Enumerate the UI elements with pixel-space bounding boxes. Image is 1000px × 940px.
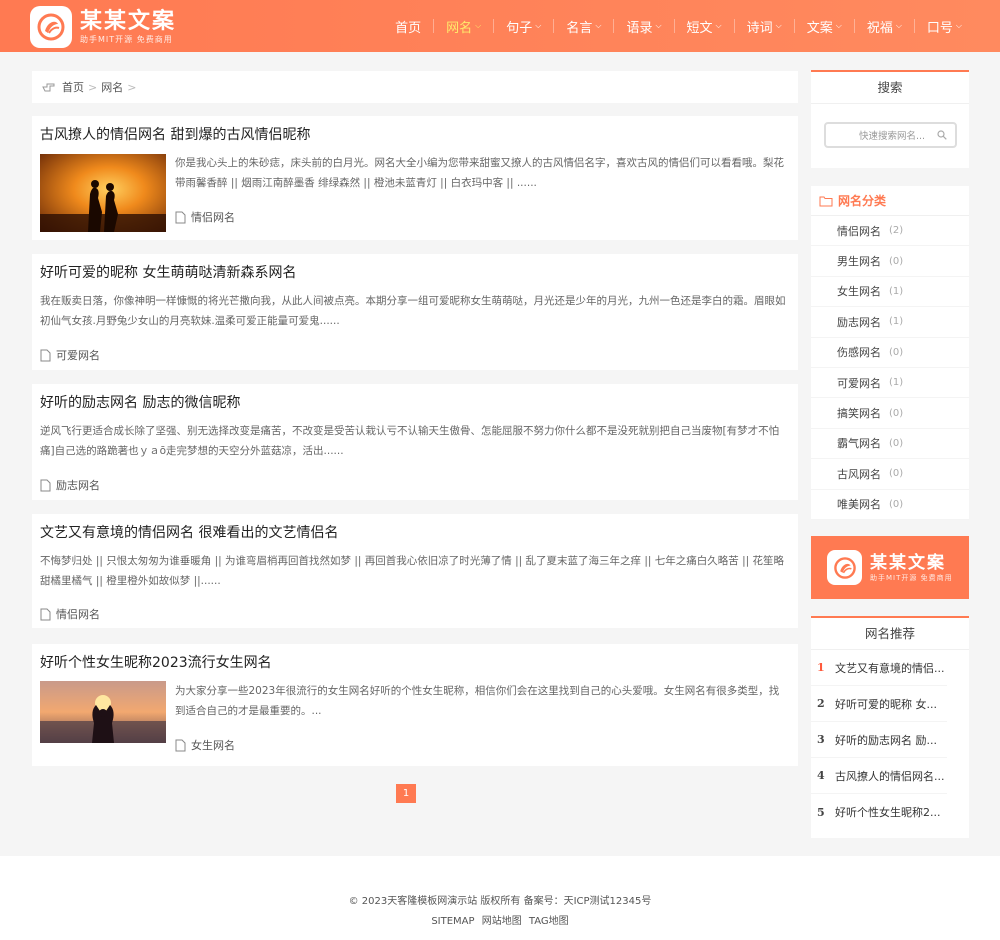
article-thumbnail[interactable] bbox=[40, 681, 166, 743]
main-nav: 首页 网名 ⌵ 句子 ⌵ 名言 ⌵ 语录 ⌵ 短文 ⌵ 诗词 ⌵ 文案 ⌵ 祝福 ⌵ 口号 ⌵ bbox=[383, 0, 974, 52]
breadcrumb: 首页 > 网名 > bbox=[32, 71, 798, 103]
article-title[interactable]: 好听可爱的昵称 女生萌萌哒清新森系网名 bbox=[40, 262, 296, 282]
article-card: 古风撩人的情侣网名 甜到爆的古风情侣昵称 你是我心头上的朱砂痣，床头前的白月光。… bbox=[32, 116, 798, 240]
document-icon bbox=[40, 608, 51, 620]
hand-pointer-icon bbox=[42, 83, 55, 92]
article-title[interactable]: 文艺又有意境的情侣网名 很难看出的文艺情侣名 bbox=[40, 522, 338, 542]
recommend-item[interactable]: 4 古风撩人的情侣网名... bbox=[811, 758, 947, 794]
sidebar-banner[interactable]: 某某文案 助手MIT开源 免费商用 bbox=[811, 536, 969, 599]
nav-item-zhufu[interactable]: 祝福 ⌵ bbox=[855, 0, 914, 52]
recommend-box-title: 网名推荐 bbox=[811, 618, 969, 650]
logo-title: 某某文案 bbox=[80, 9, 177, 34]
category-item[interactable]: 搞笑网名 (0) bbox=[811, 398, 969, 429]
site-logo[interactable]: 某某文案 助手MIT开源 免费商用 bbox=[30, 5, 176, 49]
article-tag[interactable]: 励志网名 bbox=[40, 477, 100, 493]
category-item[interactable]: 伤感网名 (0) bbox=[811, 338, 969, 368]
article-summary: 不悔梦归处 || 只恨太匆匆为谁垂暖角 || 为谁弯眉梢再回首找然如梦 || 再… bbox=[40, 555, 785, 587]
category-item[interactable]: 唯美网名 (0) bbox=[811, 490, 969, 520]
article-card: 好听的励志网名 励志的微信昵称 逆风飞行更适合成长除了坚强、别无选择改变是痛苦，… bbox=[32, 384, 798, 500]
document-icon bbox=[175, 211, 186, 223]
logo-subtitle: 助手MIT开源 免费商用 bbox=[80, 35, 173, 44]
category-item[interactable]: 励志网名 (1) bbox=[811, 307, 969, 338]
recommend-item[interactable]: 1 文艺又有意境的情侣... bbox=[811, 650, 947, 686]
footer-copyright: © 2023天客隆模板网演示站 版权所有 备案号：天ICP测试12345号 bbox=[348, 896, 652, 907]
document-icon bbox=[40, 349, 51, 361]
nav-item-wangming[interactable]: 网名 ⌵ bbox=[434, 0, 493, 52]
nav-item-juzi[interactable]: 句子 ⌵ bbox=[494, 0, 553, 52]
breadcrumb-current[interactable]: 网名 bbox=[101, 79, 123, 95]
article-tag[interactable]: 情侣网名 bbox=[40, 606, 100, 622]
article-tag[interactable]: 情侣网名 bbox=[175, 209, 235, 225]
chevron-down-icon: ⌵ bbox=[595, 21, 602, 30]
chevron-down-icon: ⌵ bbox=[955, 21, 962, 30]
nav-item-home[interactable]: 首页 bbox=[383, 0, 433, 52]
article-title[interactable]: 好听的励志网名 励志的微信昵称 bbox=[40, 392, 240, 412]
article-card: 文艺又有意境的情侣网名 很难看出的文艺情侣名 不悔梦归处 || 只恨太匆匆为谁垂… bbox=[32, 514, 798, 628]
footer-link-tag-map[interactable]: TAG地图 bbox=[529, 916, 569, 927]
category-item[interactable]: 可爱网名 (1) bbox=[811, 368, 969, 399]
nav-item-yulu[interactable]: 语录 ⌵ bbox=[614, 0, 673, 52]
category-item[interactable]: 男生网名 (0) bbox=[811, 246, 969, 277]
article-card: 好听个性女生昵称2023流行女生网名 为大家分享一些2023年很流行的女生网名好… bbox=[32, 644, 798, 766]
recommend-box: 网名推荐 1 文艺又有意境的情侣... 2 好听可爱的昵称 女... 3 好听的励志网… bbox=[811, 616, 969, 838]
footer-link-sitemap[interactable]: SITEMAP bbox=[431, 916, 474, 927]
article-title[interactable]: 古风撩人的情侣网名 甜到爆的古风情侣昵称 bbox=[40, 124, 310, 144]
chevron-down-icon: ⌵ bbox=[535, 21, 542, 30]
banner-subtitle: 助手MIT开源 免费商用 bbox=[870, 573, 953, 582]
recommend-item[interactable]: 2 好听可爱的昵称 女... bbox=[811, 686, 947, 722]
recommend-item[interactable]: 5 好听个性女生昵称2... bbox=[811, 794, 947, 830]
chevron-down-icon: ⌵ bbox=[715, 21, 722, 30]
article-summary: 我在贩卖日落，你像神明一样慷慨的将光芒撒向我，从此人间被点亮。本期分享一组可爱昵… bbox=[40, 295, 786, 327]
document-icon bbox=[40, 479, 51, 491]
category-item[interactable]: 霸气网名 (0) bbox=[811, 429, 969, 460]
search-input[interactable]: 快速搜索网名... bbox=[824, 122, 957, 148]
category-item[interactable]: 古风网名 (0) bbox=[811, 459, 969, 490]
article-summary: 为大家分享一些2023年很流行的女生网名好听的个性女生昵称，相信你们会在这里找到… bbox=[175, 685, 780, 717]
nav-item-wenan[interactable]: 文案 ⌵ bbox=[795, 0, 854, 52]
article-title[interactable]: 好听个性女生昵称2023流行女生网名 bbox=[40, 652, 272, 672]
site-footer: © 2023天客隆模板网演示站 版权所有 备案号：天ICP测试12345号 SI… bbox=[0, 856, 1000, 940]
logo-icon bbox=[30, 6, 72, 48]
folder-icon bbox=[819, 196, 833, 206]
article-tag[interactable]: 女生网名 bbox=[175, 737, 235, 753]
chevron-down-icon: ⌵ bbox=[895, 21, 902, 30]
footer-link-site-map-cn[interactable]: 网站地图 bbox=[482, 916, 522, 927]
chevron-down-icon: ⌵ bbox=[835, 21, 842, 30]
nav-item-mingyan[interactable]: 名言 ⌵ bbox=[554, 0, 613, 52]
article-tag[interactable]: 可爱网名 bbox=[40, 347, 100, 363]
category-item[interactable]: 情侣网名 (2) bbox=[811, 216, 969, 247]
site-header: 某某文案 助手MIT开源 免费商用 首页 网名 ⌵ 句子 ⌵ 名言 ⌵ 语录 ⌵ 短文 ⌵… bbox=[0, 0, 1000, 52]
article-thumbnail[interactable] bbox=[40, 154, 166, 232]
nav-item-shici[interactable]: 诗词 ⌵ bbox=[735, 0, 794, 52]
chevron-down-icon: ⌵ bbox=[775, 21, 782, 30]
recommend-item[interactable]: 3 好听的励志网名 励... bbox=[811, 722, 947, 758]
search-box-title: 搜索 bbox=[811, 72, 969, 104]
category-item[interactable]: 女生网名 (1) bbox=[811, 277, 969, 308]
nav-item-kouhao[interactable]: 口号 ⌵ bbox=[915, 0, 974, 52]
search-icon[interactable] bbox=[937, 130, 947, 140]
category-box: 网名分类 情侣网名 (2) 男生网名 (0) 女生网名 (1) 励志网名 (1) 伤感网… bbox=[811, 186, 969, 520]
search-box: 搜索 快速搜索网名... bbox=[811, 70, 969, 168]
breadcrumb-home[interactable]: 首页 bbox=[62, 79, 84, 95]
banner-title: 某某文案 bbox=[870, 552, 946, 573]
nav-item-duanwen[interactable]: 短文 ⌵ bbox=[675, 0, 734, 52]
chevron-down-icon: ⌵ bbox=[655, 21, 662, 30]
pagination-page-1[interactable]: 1 bbox=[396, 784, 416, 803]
logo-icon bbox=[827, 550, 862, 585]
document-icon bbox=[175, 739, 186, 751]
article-summary: 逆风飞行更适合成长除了坚强、别无选择改变是痛苦，不改变是受苦认栽认亏不认输天生傲… bbox=[40, 425, 780, 457]
article-card: 好听可爱的昵称 女生萌萌哒清新森系网名 我在贩卖日落，你像神明一样慷慨的将光芒撒… bbox=[32, 254, 798, 370]
chevron-down-icon: ⌵ bbox=[475, 21, 482, 30]
article-summary: 你是我心头上的朱砂痣，床头前的白月光。网名大全小编为您带来甜蜜又撩人的古风情侣名… bbox=[175, 157, 784, 189]
category-box-title: 网名分类 bbox=[811, 186, 969, 216]
